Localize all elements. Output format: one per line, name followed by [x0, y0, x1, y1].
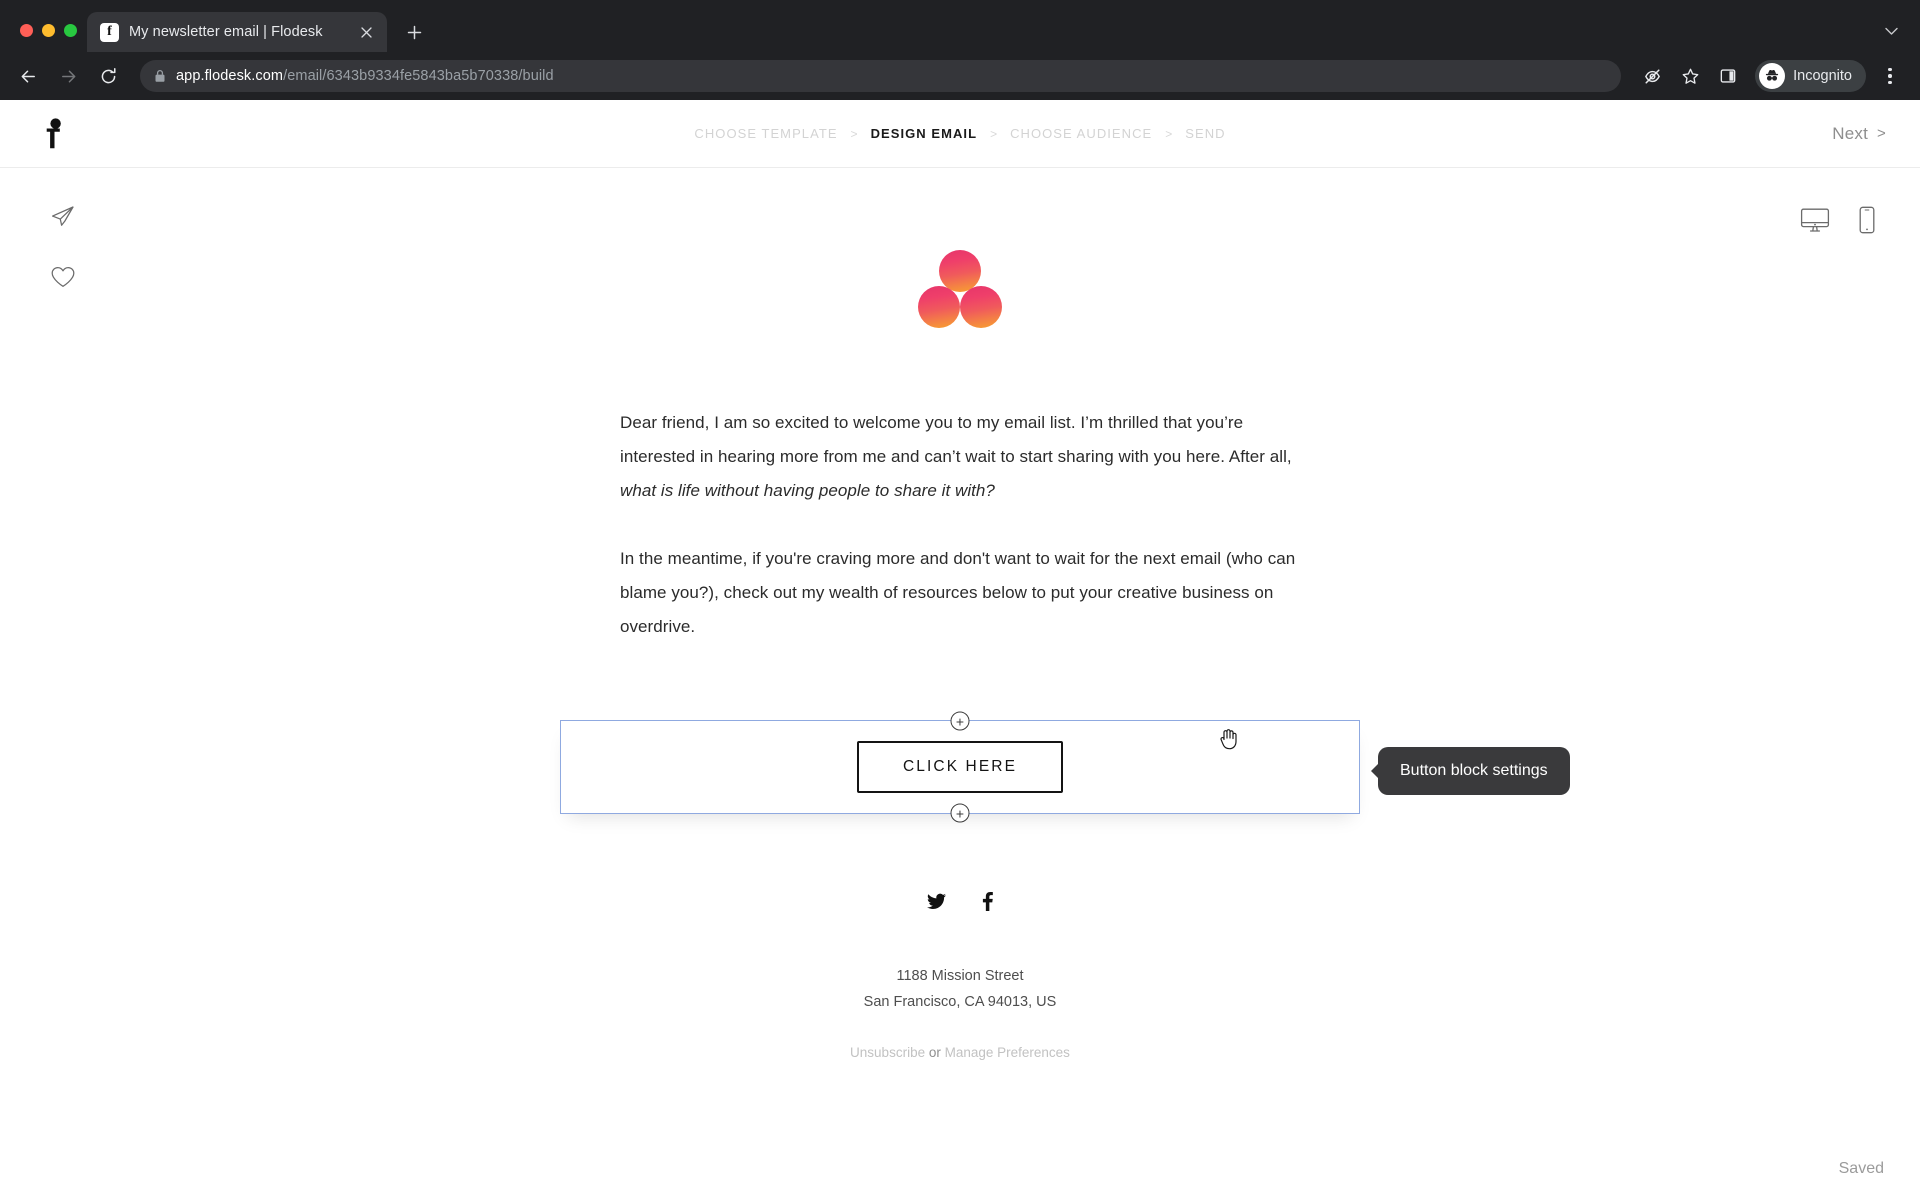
address-line-2: San Francisco, CA 94013, US: [863, 994, 1057, 1010]
email-logo-block[interactable]: [560, 250, 1360, 328]
unsubscribe-row: Unsubscribe or Manage Preferences: [560, 1045, 1360, 1060]
window-traffic-lights: [14, 8, 87, 52]
wizard-steps: CHOOSE TEMPLATE > DESIGN EMAIL > CHOOSE …: [0, 126, 1920, 141]
social-links-row: [560, 892, 1360, 911]
status-badge: Saved: [1838, 1160, 1884, 1177]
browser-chrome: f My newsletter email | Flodesk app.flod…: [0, 0, 1920, 100]
step-choose-audience[interactable]: CHOOSE AUDIENCE: [1010, 126, 1152, 141]
paragraph-1-lead: Dear friend, I am so excited to welcome …: [620, 413, 1292, 466]
browser-tab[interactable]: f My newsletter email | Flodesk: [87, 12, 387, 52]
arrow-right-icon[interactable]: [50, 58, 86, 94]
arrow-left-icon[interactable]: [10, 58, 46, 94]
app-header: CHOOSE TEMPLATE > DESIGN EMAIL > CHOOSE …: [0, 100, 1920, 168]
profile-incognito-button[interactable]: Incognito: [1755, 60, 1866, 92]
maximize-window-button[interactable]: [64, 23, 77, 37]
unsubscribe-link[interactable]: Unsubscribe: [850, 1045, 925, 1060]
step-separator: >: [1165, 126, 1173, 141]
incognito-hat-glasses-icon: [1759, 63, 1786, 89]
email-body: Dear friend, I am so excited to welcome …: [560, 168, 1570, 1200]
email-text-block[interactable]: Dear friend, I am so excited to welcome …: [560, 406, 1360, 644]
three-circles-logo-icon: [918, 250, 1002, 328]
plus-circle-icon[interactable]: +: [950, 711, 970, 731]
page-viewport: CHOOSE TEMPLATE > DESIGN EMAIL > CHOOSE …: [0, 100, 1920, 1200]
button-block-wrapper: + CLICK HERE + Button block settings: [560, 711, 1570, 823]
next-button[interactable]: Next >: [1832, 124, 1886, 144]
url-path: /email/6343b9334fe5843ba5b70338/build: [283, 68, 554, 84]
email-paragraph-2: In the meantime, if you're craving more …: [620, 549, 1296, 636]
step-choose-template[interactable]: CHOOSE TEMPLATE: [694, 126, 837, 141]
lock-icon: [154, 69, 166, 83]
address-line-1: 1188 Mission Street: [896, 968, 1024, 984]
paragraph-1-italic: what is life without having people to sh…: [620, 481, 995, 500]
selected-button-block[interactable]: + CLICK HERE +: [560, 711, 1360, 823]
manage-preferences-link[interactable]: Manage Preferences: [945, 1045, 1070, 1060]
side-panel-icon[interactable]: [1711, 59, 1745, 93]
reload-icon[interactable]: [90, 58, 126, 94]
step-design-email[interactable]: DESIGN EMAIL: [871, 126, 978, 141]
eye-off-icon[interactable]: [1635, 59, 1669, 93]
close-window-button[interactable]: [20, 23, 33, 37]
email-canvas: Dear friend, I am so excited to welcome …: [0, 168, 1920, 1200]
next-label: Next: [1832, 123, 1869, 143]
button-block-settings-tooltip: Button block settings: [1378, 747, 1570, 795]
plus-icon[interactable]: [397, 15, 431, 49]
profile-label: Incognito: [1793, 68, 1852, 84]
unsubscribe-separator: or: [925, 1045, 945, 1060]
step-send[interactable]: SEND: [1185, 126, 1225, 141]
browser-toolbar: app.flodesk.com/email/6343b9334fe5843ba5…: [0, 52, 1920, 100]
close-icon[interactable]: [355, 21, 377, 43]
cta-click-here-button[interactable]: CLICK HERE: [856, 741, 1064, 793]
logo-circle-right: [960, 286, 1002, 328]
grab-hand-cursor-icon: [1218, 726, 1240, 750]
flodesk-logo-icon: f: [100, 22, 119, 42]
address-bar[interactable]: app.flodesk.com/email/6343b9334fe5843ba5…: [140, 60, 1622, 92]
plus-circle-icon[interactable]: +: [950, 803, 970, 823]
url-text: app.flodesk.com/email/6343b9334fe5843ba5…: [176, 68, 554, 84]
tab-title: My newsletter email | Flodesk: [129, 24, 323, 40]
email-paragraph-1: Dear friend, I am so excited to welcome …: [620, 406, 1300, 508]
flodesk-f-logo-icon[interactable]: [34, 112, 74, 156]
tab-strip: f My newsletter email | Flodesk: [0, 8, 1920, 52]
step-separator: >: [850, 126, 858, 141]
chevron-right-icon: >: [1877, 125, 1886, 142]
url-host: app.flodesk.com: [176, 68, 284, 84]
facebook-icon[interactable]: [982, 892, 993, 911]
star-icon[interactable]: [1673, 59, 1707, 93]
kebab-menu-icon[interactable]: [1874, 59, 1906, 93]
browser-window: f My newsletter email | Flodesk app.flod…: [0, 0, 1920, 1200]
email-footer: 1188 Mission Street San Francisco, CA 94…: [560, 892, 1360, 1060]
twitter-icon[interactable]: [927, 892, 946, 911]
chevron-down-icon[interactable]: [1885, 23, 1920, 52]
step-separator: >: [990, 126, 998, 141]
logo-circle-left: [918, 286, 960, 328]
minimize-window-button[interactable]: [42, 23, 55, 37]
